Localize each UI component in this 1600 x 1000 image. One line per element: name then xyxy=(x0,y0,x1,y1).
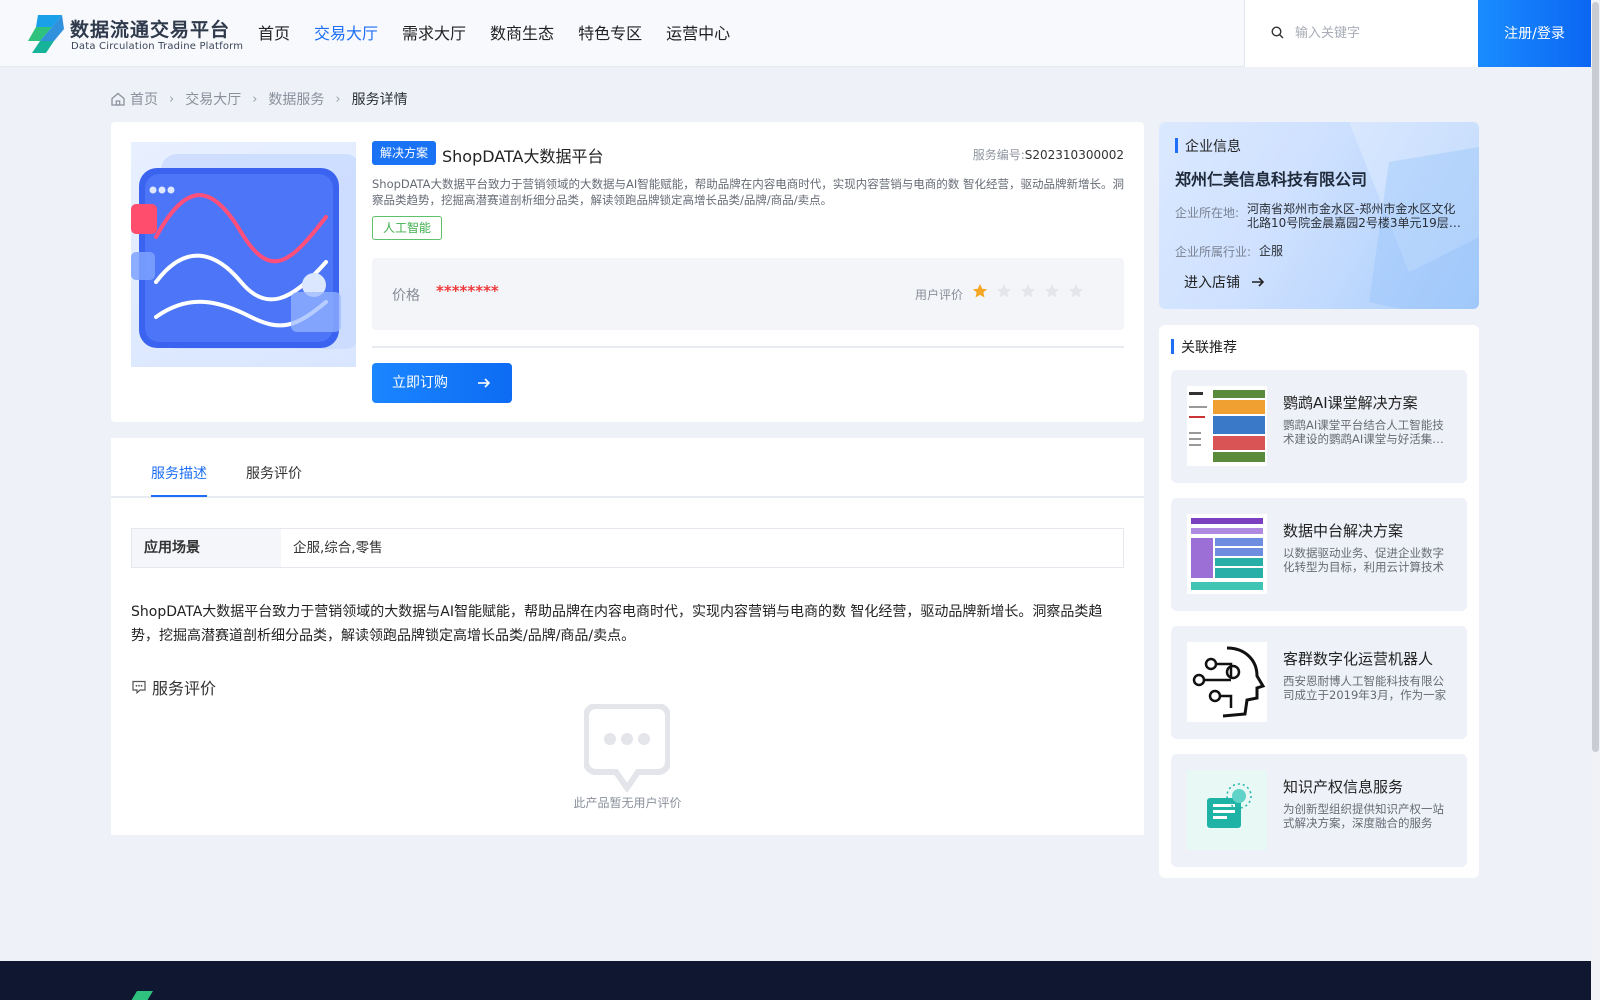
service-code-value: S202310300002 xyxy=(1024,148,1124,162)
related-item[interactable]: 数据中台解决方案 以数据驱动业务、促进企业数字化转型为目标，利用云计算技术 xyxy=(1171,498,1467,611)
star-icon xyxy=(973,284,987,298)
scene-key: 应用场景 xyxy=(132,529,281,567)
arrow-right-icon xyxy=(478,378,491,388)
location-value: 河南省郑州市金水区-郑州市金水区文化北路10号院金晨嘉园2号楼3单元19层190… xyxy=(1247,202,1456,230)
active-tab-indicator xyxy=(151,495,207,497)
nav-ecosystem[interactable]: 数商生态 xyxy=(490,0,554,67)
tab-service-description[interactable]: 服务描述 xyxy=(151,463,207,483)
breadcrumb-trading-hall[interactable]: 交易大厅 xyxy=(185,89,241,109)
product-card: 解决方案 ShopDATA大数据平台 服务编号:S202310300002 Sh… xyxy=(111,122,1144,422)
page-footer xyxy=(0,961,1591,1000)
star-icon xyxy=(1045,284,1059,298)
buy-now-button[interactable]: 立即订购 xyxy=(372,363,512,403)
related-thumbnail xyxy=(1187,770,1267,850)
empty-reviews-text: 此产品暂无用户评价 xyxy=(573,796,682,810)
divider xyxy=(372,346,1124,348)
related-thumbnail xyxy=(1187,386,1267,466)
rating-label: 用户评价 xyxy=(915,288,964,302)
nav-trading-hall[interactable]: 交易大厅 xyxy=(314,0,378,67)
comment-icon xyxy=(132,680,146,695)
related-item[interactable]: 知识产权信息服务 为创新型组织提供知识产权一站式解决方案，深度融合的服务 xyxy=(1171,754,1467,867)
chevron-right-icon: › xyxy=(169,91,175,107)
price-panel: 价格 ******** 用户评价 xyxy=(372,258,1124,330)
location-label: 企业所在地: xyxy=(1175,206,1240,220)
related-item[interactable]: 鹦鹉AI课堂解决方案 鹦鹉AI课堂平台结合人工智能技术建设的鹦鹉AI课堂与好活集… xyxy=(1171,370,1467,483)
login-register-button[interactable]: 注册/登录 xyxy=(1478,0,1591,67)
main-nav: 首页 交易大厅 需求大厅 数商生态 特色专区 运营中心 xyxy=(258,0,754,67)
scene-value: 企服,综合,零售 xyxy=(293,540,383,556)
nav-operation-center[interactable]: 运营中心 xyxy=(666,0,730,67)
breadcrumb-current: 服务详情 xyxy=(351,92,408,108)
star-icon xyxy=(997,284,1011,298)
related-item-name: 鹦鹉AI课堂解决方案 xyxy=(1283,394,1418,412)
tab-service-reviews[interactable]: 服务评价 xyxy=(246,463,302,483)
scrollbar-thumb[interactable] xyxy=(1592,2,1599,752)
breadcrumb-home[interactable]: 首页 xyxy=(130,89,158,109)
related-item-name: 客群数字化运营机器人 xyxy=(1283,650,1434,668)
rating-stars xyxy=(972,283,1092,299)
industry-label: 企业所属行业: xyxy=(1175,245,1252,259)
related-item-desc: 为创新型组织提供知识产权一站式解决方案，深度融合的服务 xyxy=(1283,802,1444,830)
related-item-desc: 西安恩耐博人工智能科技有限公司成立于2019年3月，作为一家 xyxy=(1283,674,1447,702)
empty-comment-icon xyxy=(584,704,670,792)
service-code-label: 服务编号: xyxy=(972,148,1025,162)
related-item-desc: 鹦鹉AI课堂平台结合人工智能技术建设的鹦鹉AI课堂与好活集成平台 xyxy=(1283,418,1444,446)
chevron-right-icon: › xyxy=(335,91,341,107)
buy-now-label: 立即订购 xyxy=(392,375,448,391)
search-input[interactable] xyxy=(1295,20,1465,46)
related-item[interactable]: 客群数字化运营机器人 西安恩耐博人工智能科技有限公司成立于2019年3月，作为一… xyxy=(1171,626,1467,739)
company-card: 企业信息 郑州仁美信息科技有限公司 企业所在地: 河南省郑州市金水区-郑州市金水… xyxy=(1159,122,1479,309)
logo-title: 数据流通交易平台 xyxy=(70,19,231,41)
related-thumbnail xyxy=(1187,642,1267,722)
related-thumbnail xyxy=(1187,514,1267,594)
price-label: 价格 xyxy=(392,288,420,304)
breadcrumb-data-service[interactable]: 数据服务 xyxy=(268,89,324,109)
company-section-title: 企业信息 xyxy=(1175,136,1241,156)
scene-row: 应用场景 企服,综合,零售 xyxy=(131,528,1124,568)
industry-value: 企服 xyxy=(1259,244,1284,258)
footer-logo-icon xyxy=(131,991,153,1000)
category-tag: 人工智能 xyxy=(372,216,443,240)
search-box xyxy=(1244,0,1478,67)
reviews-heading: 服务评价 xyxy=(131,675,216,699)
nav-demand-hall[interactable]: 需求大厅 xyxy=(402,0,466,67)
product-illustration xyxy=(131,154,356,349)
product-title: ShopDATA大数据平台 xyxy=(442,147,604,166)
nav-home[interactable]: 首页 xyxy=(258,0,290,67)
nav-featured-zone[interactable]: 特色专区 xyxy=(578,0,642,67)
star-icon xyxy=(1069,284,1083,298)
home-icon xyxy=(111,92,125,106)
related-item-name: 数据中台解决方案 xyxy=(1283,522,1404,540)
reviews-heading-label: 服务评价 xyxy=(152,679,217,698)
page-scrollbar[interactable] xyxy=(1591,0,1600,1000)
related-item-desc: 以数据驱动业务、促进企业数字化转型为目标，利用云计算技术 xyxy=(1283,546,1444,574)
related-item-name: 知识产权信息服务 xyxy=(1283,778,1404,796)
price-value: ******** xyxy=(436,282,499,300)
logo-mark-icon xyxy=(28,15,64,53)
product-image xyxy=(131,142,356,367)
product-description: ShopDATA大数据平台致力于营销领域的大数据与AI智能赋能，帮助品牌在内容电… xyxy=(372,177,1124,207)
detail-description: ShopDATA大数据平台致力于营销领域的大数据与AI智能赋能，帮助品牌在内容电… xyxy=(131,604,1103,644)
related-section-title: 关联推荐 xyxy=(1171,337,1237,357)
top-header: 数据流通交易平台 Data Circulation Tradine Platfo… xyxy=(0,0,1600,67)
enter-shop-label: 进入店铺 xyxy=(1184,275,1240,291)
detail-tabs: 服务描述 服务评价 xyxy=(111,438,1144,498)
solution-tag: 解决方案 xyxy=(372,141,437,165)
detail-card: 服务描述 服务评价 应用场景 企服,综合,零售 ShopDATA大数据平台致力于… xyxy=(111,438,1144,835)
service-code: 服务编号:S202310300002 xyxy=(973,146,1124,163)
chevron-right-icon: › xyxy=(252,91,258,107)
enter-shop-link[interactable]: 进入店铺 xyxy=(1184,272,1266,292)
star-icon xyxy=(1021,284,1035,298)
company-name: 郑州仁美信息科技有限公司 xyxy=(1175,170,1368,189)
search-icon[interactable] xyxy=(1271,26,1284,39)
arrow-right-icon xyxy=(1252,277,1265,287)
platform-logo[interactable]: 数据流通交易平台 Data Circulation Tradine Platfo… xyxy=(28,13,243,55)
logo-subtitle: Data Circulation Tradine Platform xyxy=(71,41,244,52)
breadcrumb: 首页 › 交易大厅 › 数据服务 › 服务详情 xyxy=(110,89,408,109)
related-card: 关联推荐 鹦鹉AI课堂解决方案 鹦鹉AI课堂平台结合人工智能技术建设的鹦鹉AI课… xyxy=(1159,325,1479,878)
